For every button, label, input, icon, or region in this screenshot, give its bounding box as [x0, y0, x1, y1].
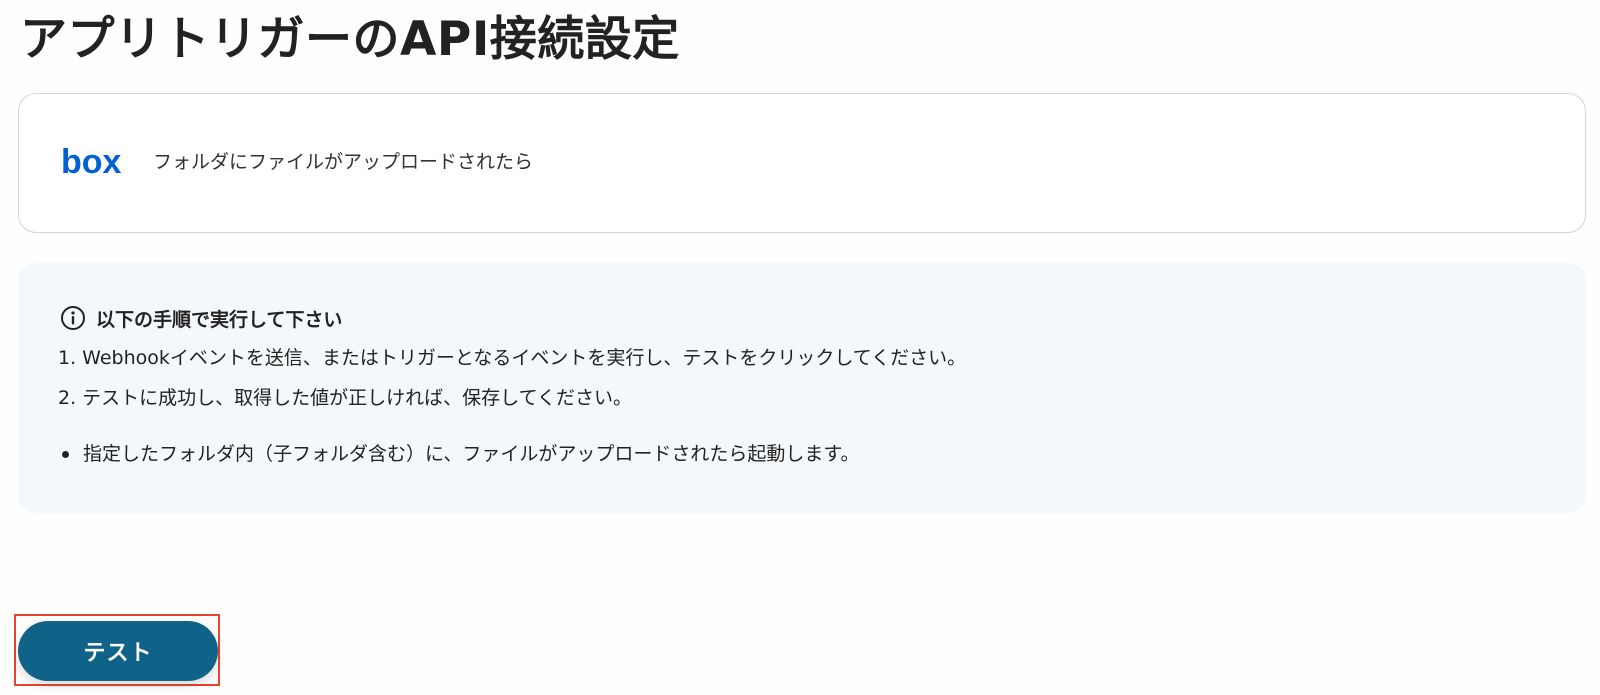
bullet-icon	[62, 450, 69, 458]
instruction-note-text: 指定したフォルダ内（子フォルダ含む）に、ファイルがアップロードされたら起動します…	[83, 443, 860, 465]
instruction-notes: 指定したフォルダ内（子フォルダ含む）に、ファイルがアップロードされたら起動します…	[58, 441, 860, 467]
trigger-label: フォルダにファイルがアップロードされたら	[153, 151, 534, 173]
info-circle-icon	[61, 306, 85, 330]
instructions-panel: 以下の手順で実行して下さい 1. Webhookイベントを送信、またはトリガーと…	[18, 263, 1586, 513]
instruction-step-2: 2. テストに成功し、取得した値が正しければ、保存してください。	[58, 387, 633, 409]
instruction-step-1: 1. Webhookイベントを送信、またはトリガーとなるイベントを実行し、テスト…	[58, 347, 967, 369]
instructions-heading-text: 以下の手順で実行して下さい	[96, 308, 343, 331]
page-title: アプリトリガーのAPI接続設定	[20, 12, 680, 67]
test-button[interactable]: テスト	[18, 621, 218, 681]
instruction-steps: 1. Webhookイベントを送信、またはトリガーとなるイベントを実行し、テスト…	[58, 345, 966, 425]
instruction-note: 指定したフォルダ内（子フォルダ含む）に、ファイルがアップロードされたら起動します…	[58, 441, 860, 467]
instructions-heading: 以下の手順で実行して下さい	[60, 303, 342, 333]
svg-text:box: box	[61, 144, 122, 180]
box-logo: box	[61, 144, 122, 180]
app-trigger-card: box フォルダにファイルがアップロードされたら	[18, 93, 1586, 233]
